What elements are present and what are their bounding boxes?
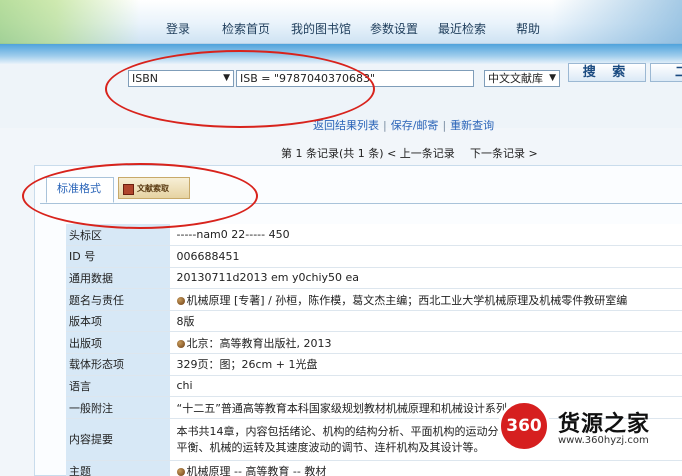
nav-search-home[interactable]: 检索首页 — [222, 20, 270, 37]
record-field-label: 版本项 — [66, 310, 171, 333]
library-select-value: 中文文献库 — [488, 72, 543, 85]
tab-standard-format[interactable]: 标准格式 — [46, 177, 114, 203]
library-select[interactable]: 中文文献库 ▼ — [484, 70, 560, 87]
record-field-value: 006688451 — [170, 245, 682, 268]
record-field-value: 北京：高等教育出版社, 2013 — [170, 331, 682, 355]
record-field-label: 通用数据 — [66, 267, 171, 290]
record-field-value: -----nam0 22----- 450 — [170, 224, 682, 247]
search-field-select[interactable]: ISBN ▼ — [128, 70, 234, 87]
record-field-text: “十二五”普通高等教育本科国家级规划教材机械原理和机械设计系列 — [176, 401, 507, 415]
record-field-label: 出版项 — [66, 331, 171, 355]
nav-help[interactable]: 帮助 — [516, 20, 540, 37]
save-mail-link[interactable]: 保存/邮寄 — [391, 119, 439, 132]
bullet-icon — [176, 339, 185, 348]
watermark-name: 货源之家 — [558, 412, 651, 437]
record-field-text: chi — [176, 379, 193, 393]
dropdown-arrow-icon: ▼ — [223, 73, 230, 83]
next-record-link[interactable]: 下一条记录 > — [470, 147, 538, 160]
record-field-text[interactable]: 机械原理 -- 高等教育 -- 教材 — [187, 465, 327, 476]
record-navigation-next: 下一条记录 > — [470, 145, 538, 161]
record-field-value: 机械原理 [专著] / 孙桓，陈作模，葛文杰主编；西北工业大学机械原理及机械零件… — [170, 288, 682, 311]
prev-record-link[interactable]: < 上一条记录 — [387, 147, 455, 160]
search-input[interactable]: ISB = "9787040370683" — [236, 70, 474, 87]
bullet-icon — [176, 296, 185, 305]
secondary-button[interactable]: 二 — [650, 63, 682, 82]
bullet-icon — [176, 468, 185, 476]
action-links: 返回结果列表 | 保存/邮寄 | 重新查询 — [313, 117, 494, 133]
header-decoration-right — [552, 0, 682, 44]
dropdown-arrow-icon: ▼ — [549, 73, 556, 83]
record-field-text: 8版 — [176, 315, 195, 329]
record-field-text: 006688451 — [176, 249, 240, 263]
record-field-value: 329页：图；26cm + 1光盘 — [170, 353, 682, 376]
record-field-label: 内容提要 — [66, 418, 171, 461]
record-navigation: 第 1 条记录(共 1 条) < 上一条记录 — [281, 145, 455, 161]
record-status: 第 1 条记录(共 1 条) — [281, 147, 384, 160]
record-field-label: ID 号 — [66, 245, 171, 268]
record-row: 主题 机械原理 -- 高等教育 -- 教材 — [66, 460, 682, 476]
record-row: 题名与责任 机械原理 [专著] / 孙桓，陈作模，葛文杰主编；西北工业大学机械原理… — [66, 288, 682, 311]
tab-divider — [40, 203, 682, 204]
watermark: 360 货源之家 www.360hyzj.com — [498, 400, 682, 452]
tab-document-label: 文献索取 — [137, 184, 169, 193]
record-field-text: -----nam0 22----- 450 — [176, 228, 290, 242]
nav-my-library[interactable]: 我的图书馆 — [291, 20, 351, 37]
watermark-logo: 360 — [498, 400, 550, 452]
record-row: ID 号 006688451 — [66, 245, 682, 268]
document-icon — [123, 183, 134, 195]
record-field-value: 20130711d2013 em y0chiy50 ea — [170, 267, 682, 290]
record-field-text[interactable]: 北京：高等教育出版社, 2013 — [187, 337, 332, 350]
search-button[interactable]: 搜 索 — [568, 63, 646, 82]
top-nav-bar: 登录 检索首页 我的图书馆 参数设置 最近检索 帮助 — [0, 0, 682, 44]
watermark-url: www.360hyzj.com — [558, 435, 649, 446]
record-row: 语言 chi — [66, 375, 682, 398]
record-field-label: 载体形态项 — [66, 353, 171, 376]
record-field-text: 20130711d2013 em y0chiy50 ea — [176, 271, 360, 285]
record-field-label: 头标区 — [66, 224, 171, 247]
record-field-label: 语言 — [66, 375, 171, 398]
nav-settings[interactable]: 参数设置 — [370, 20, 418, 37]
record-row: 载体形态项 329页：图；26cm + 1光盘 — [66, 353, 682, 376]
record-field-label: 主题 — [66, 460, 171, 476]
record-field-text[interactable]: 机械原理 [专著] / 孙桓，陈作模，葛文杰主编；西北工业大学机械原理及机械零件… — [187, 294, 628, 307]
tab-document-request[interactable]: 文献索取 — [118, 177, 190, 199]
new-search-link[interactable]: 重新查询 — [450, 119, 494, 132]
back-to-results-link[interactable]: 返回结果列表 — [313, 119, 379, 132]
record-row: 出版项 北京：高等教育出版社, 2013 — [66, 331, 682, 355]
header-wave-band — [0, 44, 682, 64]
divider: | — [383, 119, 387, 132]
record-field-value: chi — [170, 375, 682, 398]
record-field-label: 题名与责任 — [66, 288, 171, 311]
record-field-value: 8版 — [170, 310, 682, 333]
search-field-value: ISBN — [132, 72, 159, 85]
divider: | — [442, 119, 447, 132]
record-field-text: 329页：图；26cm + 1光盘 — [176, 358, 318, 372]
record-field-label: 一般附注 — [66, 396, 171, 419]
record-row: 通用数据 20130711d2013 em y0chiy50 ea — [66, 267, 682, 290]
nav-login[interactable]: 登录 — [166, 20, 190, 37]
header-decoration-left — [0, 0, 140, 44]
nav-recent-searches[interactable]: 最近检索 — [438, 20, 486, 37]
record-row: 头标区 -----nam0 22----- 450 — [66, 224, 682, 247]
record-field-value: 机械原理 -- 高等教育 -- 教材 — [170, 460, 682, 476]
record-row: 版本项 8版 — [66, 310, 682, 333]
